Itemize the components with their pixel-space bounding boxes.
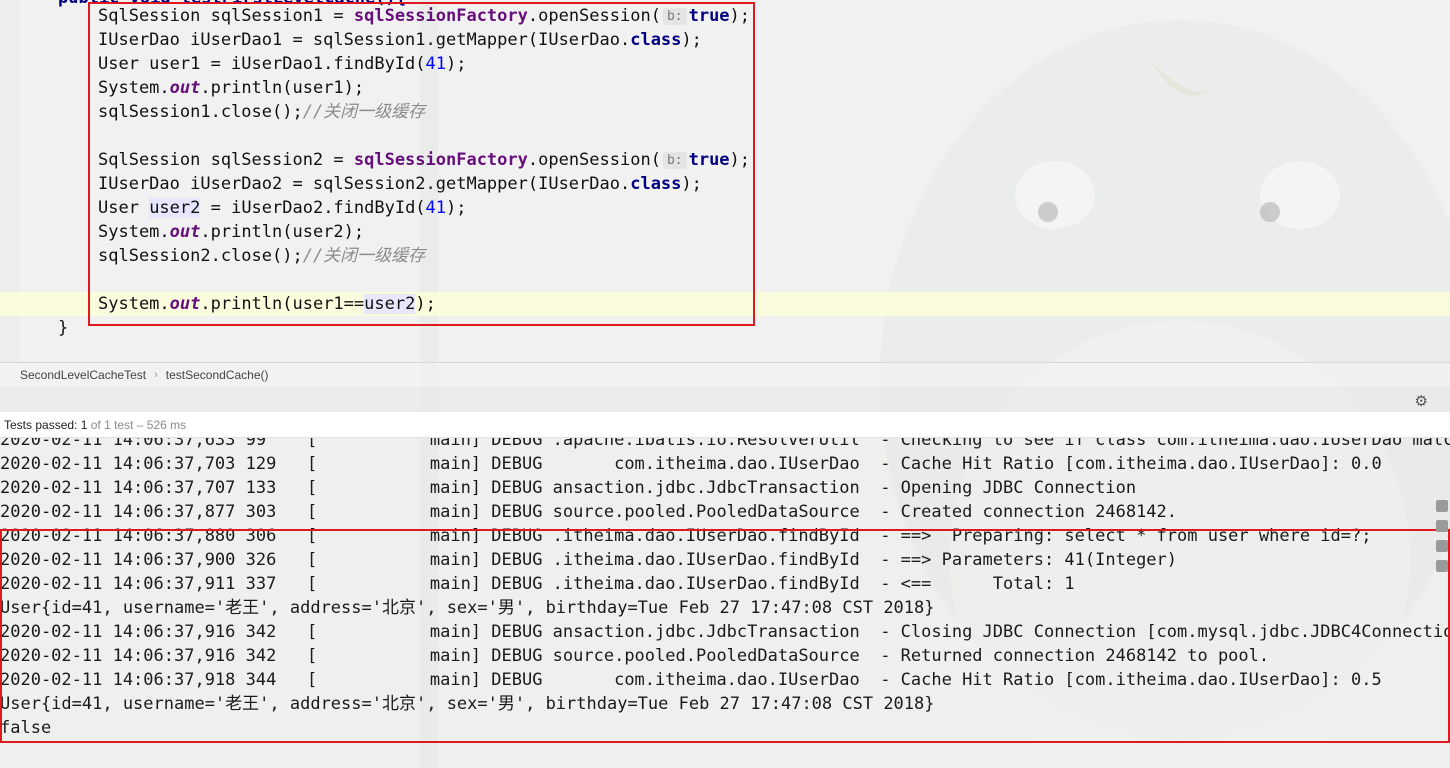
gear-icon[interactable]: ⚙ bbox=[1415, 392, 1428, 410]
test-status-bar: Tests passed: 1 of 1 test – 526 ms bbox=[0, 412, 1450, 438]
breadcrumb-item-method[interactable]: testSecondCache() bbox=[166, 368, 269, 382]
breadcrumb: SecondLevelCacheTest › testSecondCache() bbox=[0, 362, 1450, 387]
breadcrumb-item-class[interactable]: SecondLevelCacheTest bbox=[20, 368, 146, 382]
code-editor[interactable]: public void testFirstLevelCache(){ SqlSe… bbox=[0, 0, 1450, 362]
console-line: 2020-02-11 14:06:37,877 303 [ main] DEBU… bbox=[0, 502, 1178, 522]
print-icon[interactable] bbox=[1436, 540, 1448, 552]
soft-wrap-icon[interactable] bbox=[1436, 520, 1448, 532]
clear-all-icon[interactable] bbox=[1436, 560, 1448, 572]
console-output[interactable]: 2020-02-11 14:06:37,633 99 [ main] DEBUG… bbox=[0, 438, 1450, 768]
status-suffix: of 1 test – 526 ms bbox=[87, 418, 187, 432]
status-prefix: Tests passed: bbox=[4, 418, 81, 432]
console-highlight-box bbox=[0, 529, 1450, 743]
console-line: 2020-02-11 14:06:37,703 129 [ main] DEBU… bbox=[0, 454, 1382, 474]
run-toolwindow-header bbox=[0, 387, 1450, 412]
code-highlight-box bbox=[88, 2, 755, 326]
breadcrumb-separator-icon: › bbox=[154, 369, 158, 381]
console-side-toolbar bbox=[1436, 500, 1450, 580]
console-line: 2020-02-11 14:06:37,707 133 [ main] DEBU… bbox=[0, 478, 1137, 498]
scroll-to-end-icon[interactable] bbox=[1436, 500, 1448, 512]
closing-brace: } bbox=[58, 318, 69, 338]
console-line: 2020-02-11 14:06:37,633 99 [ main] DEBUG… bbox=[0, 438, 1450, 450]
